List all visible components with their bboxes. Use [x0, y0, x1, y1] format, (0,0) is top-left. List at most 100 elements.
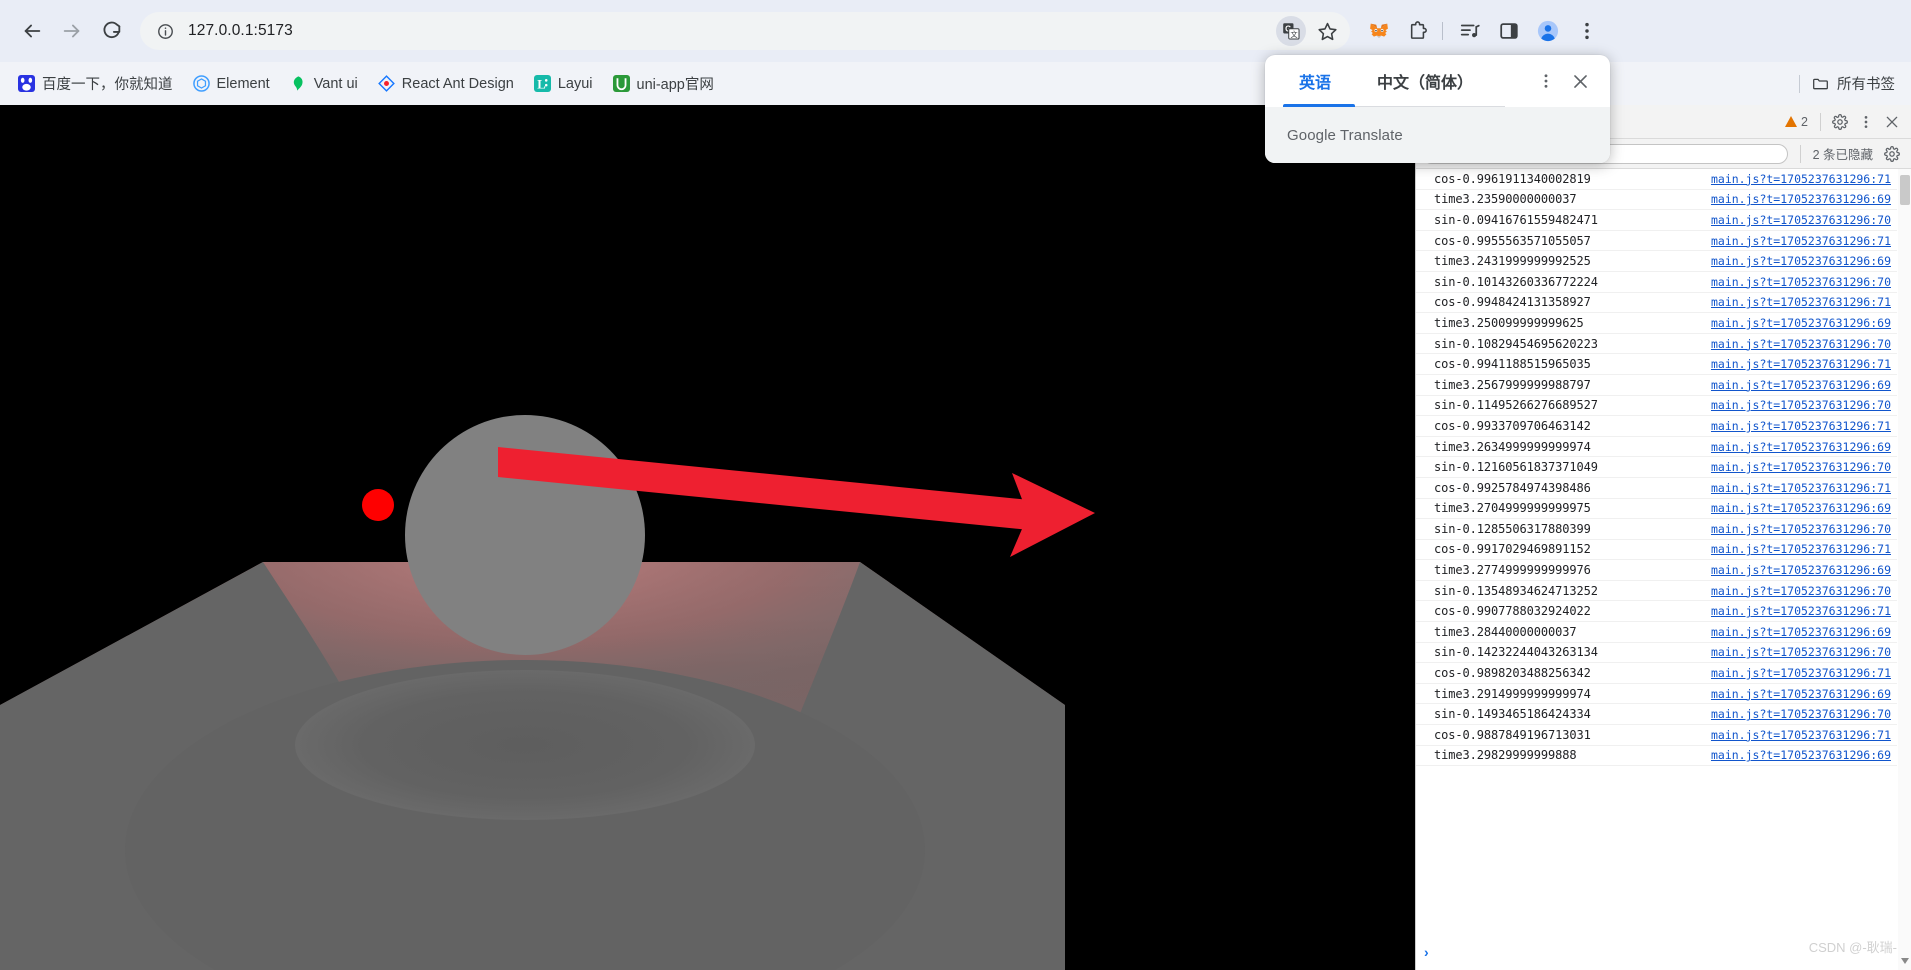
forward-button[interactable] [52, 11, 92, 51]
chrome-menu-icon[interactable] [1569, 13, 1605, 49]
console-log-source-link[interactable]: main.js?t=1705237631296:70 [1711, 337, 1891, 351]
address-bar[interactable]: 127.0.0.1:5173 G 文 [140, 12, 1350, 50]
console-log-row[interactable]: cos-0.9887849196713031 main.js?t=17052376… [1416, 725, 1897, 746]
profile-avatar-icon[interactable] [1530, 13, 1566, 49]
console-log-row[interactable]: cos-0.9898203488256342 main.js?t=17052376… [1416, 663, 1897, 684]
console-log-row[interactable]: sin-0.12160561837371049 main.js?t=1705237… [1416, 457, 1897, 478]
scroll-down-arrow-icon[interactable] [1901, 958, 1909, 964]
console-log-row[interactable]: sin-0.1493465186424334 main.js?t=17052376… [1416, 704, 1897, 726]
reload-button[interactable] [92, 11, 132, 51]
console-log-source-link[interactable]: main.js?t=1705237631296:69 [1711, 748, 1891, 762]
console-log-source-link[interactable]: main.js?t=1705237631296:69 [1711, 192, 1891, 206]
console-prompt-caret[interactable]: › [1424, 944, 1429, 960]
devtools-tabbar-actions: 2 [1785, 105, 1911, 138]
console-log-row[interactable]: cos-0.9961911340002819 main.js?t=17052376… [1416, 169, 1897, 190]
extensions-puzzle-icon[interactable] [1400, 13, 1436, 49]
media-control-icon[interactable] [1452, 13, 1488, 49]
url-text[interactable]: 127.0.0.1:5173 [188, 22, 293, 40]
console-log-source-link[interactable]: main.js?t=1705237631296:71 [1711, 604, 1891, 618]
console-log-row[interactable]: cos-0.9925784974398486 main.js?t=17052376… [1416, 478, 1897, 499]
console-log-source-link[interactable]: main.js?t=1705237631296:71 [1711, 542, 1891, 556]
translate-icon[interactable]: G 文 [1276, 16, 1306, 46]
console-scrollbar[interactable] [1898, 169, 1911, 970]
console-log-source-link[interactable]: main.js?t=1705237631296:71 [1711, 357, 1891, 371]
three-js-scene[interactable] [0, 105, 1415, 970]
bookmark-item-react-ant-design[interactable]: React Ant Design [370, 69, 522, 99]
console-log-source-link[interactable]: main.js?t=1705237631296:70 [1711, 645, 1891, 659]
gear-icon[interactable] [1827, 109, 1853, 135]
console-log-row[interactable]: sin-0.1285506317880399 main.js?t=17052376… [1416, 519, 1897, 540]
translate-tab-source[interactable]: 英语 [1279, 55, 1351, 107]
console-log-source-link[interactable]: main.js?t=1705237631296:69 [1711, 440, 1891, 454]
console-log-source-link[interactable]: main.js?t=1705237631296:69 [1711, 254, 1891, 268]
console-settings-gear-icon[interactable] [1879, 141, 1905, 167]
bookmark-item-uni-app[interactable]: uni-app官网 [605, 69, 722, 99]
console-log-source-link[interactable]: main.js?t=1705237631296:71 [1711, 295, 1891, 309]
side-panel-icon[interactable] [1491, 13, 1527, 49]
console-log-row[interactable]: time3.2774999999999976 main.js?t=17052376… [1416, 560, 1897, 581]
back-button[interactable] [12, 11, 52, 51]
console-log-row[interactable]: sin-0.11495266276689527 main.js?t=1705237… [1416, 396, 1897, 417]
kebab-menu-icon[interactable] [1853, 109, 1879, 135]
console-log-source-link[interactable]: main.js?t=1705237631296:70 [1711, 584, 1891, 598]
console-log-row[interactable]: time3.29829999999888 main.js?t=1705237631… [1416, 746, 1897, 767]
console-log-row[interactable]: sin-0.10829454695620223 main.js?t=1705237… [1416, 334, 1897, 355]
console-log-source-link[interactable]: main.js?t=1705237631296:71 [1711, 172, 1891, 186]
console-log-source-link[interactable]: main.js?t=1705237631296:70 [1711, 398, 1891, 412]
layui-icon: L [533, 75, 551, 92]
console-log-source-link[interactable]: main.js?t=1705237631296:69 [1711, 501, 1891, 515]
bookmark-star-icon[interactable] [1310, 14, 1344, 48]
console-log-row[interactable]: time3.23590000000037 main.js?t=1705237631… [1416, 190, 1897, 211]
console-log-source-link[interactable]: main.js?t=1705237631296:71 [1711, 481, 1891, 495]
console-log-row[interactable]: time3.2914999999999974 main.js?t=17052376… [1416, 684, 1897, 705]
console-body[interactable]: cos-0.9961911340002819 main.js?t=17052376… [1416, 169, 1911, 970]
console-log-row[interactable]: sin-0.14232244043263134 main.js?t=1705237… [1416, 643, 1897, 664]
console-log-row[interactable]: time3.2634999999999974 main.js?t=17052376… [1416, 437, 1897, 458]
console-log-row[interactable]: cos-0.9917029469891152 main.js?t=17052376… [1416, 540, 1897, 561]
translate-tab-target[interactable]: 中文（简体） [1373, 55, 1477, 107]
console-log-row[interactable]: time3.2704999999999975 main.js?t=17052376… [1416, 499, 1897, 520]
console-log-row[interactable]: cos-0.9948424131358927 main.js?t=17052376… [1416, 293, 1897, 314]
console-log-row[interactable]: time3.2567999999988797 main.js?t=17052376… [1416, 375, 1897, 396]
bookmark-item-baidu[interactable]: 百度一下，你就知道 [10, 69, 181, 99]
console-log-row[interactable]: cos-0.9907788032924022 main.js?t=17052376… [1416, 601, 1897, 623]
console-log-source-link[interactable]: main.js?t=1705237631296:71 [1711, 234, 1891, 248]
console-log-source-link[interactable]: main.js?t=1705237631296:70 [1711, 522, 1891, 536]
page-viewport[interactable] [0, 105, 1415, 970]
console-log-row[interactable]: time3.250099999999625 main.js?t=170523763… [1416, 313, 1897, 334]
console-log-message: sin-0.12160561837371049 [1434, 460, 1598, 475]
console-log-source-link[interactable]: main.js?t=1705237631296:69 [1711, 625, 1891, 639]
console-log-source-link[interactable]: main.js?t=1705237631296:71 [1711, 666, 1891, 680]
console-log-source-link[interactable]: main.js?t=1705237631296:69 [1711, 316, 1891, 330]
console-log-row[interactable]: sin-0.10143260336772224 main.js?t=1705237… [1416, 272, 1897, 293]
close-icon[interactable] [1879, 109, 1905, 135]
console-log-row[interactable]: time3.28440000000037 main.js?t=1705237631… [1416, 622, 1897, 643]
console-log-list[interactable]: cos-0.9961911340002819 main.js?t=17052376… [1416, 169, 1897, 970]
console-log-source-link[interactable]: main.js?t=1705237631296:71 [1711, 728, 1891, 742]
metamask-extension-icon[interactable] [1361, 13, 1397, 49]
warning-count-badge[interactable]: 2 [1785, 115, 1808, 129]
kebab-menu-icon[interactable] [1530, 65, 1562, 97]
console-log-row[interactable]: cos-0.9941188515965035 main.js?t=17052376… [1416, 354, 1897, 375]
console-scrollbar-thumb[interactable] [1900, 175, 1910, 205]
console-log-row[interactable]: time3.2431999999992525 main.js?t=17052376… [1416, 251, 1897, 272]
console-log-message: cos-0.9898203488256342 [1434, 666, 1591, 681]
bookmark-item-layui[interactable]: L Layui [526, 69, 601, 99]
console-log-source-link[interactable]: main.js?t=1705237631296:70 [1711, 275, 1891, 289]
bookmark-item-vant-ui[interactable]: Vant ui [282, 69, 366, 99]
console-log-source-link[interactable]: main.js?t=1705237631296:70 [1711, 707, 1891, 721]
console-log-row[interactable]: cos-0.9955563571055057 main.js?t=17052376… [1416, 231, 1897, 252]
all-bookmarks-button[interactable]: 所有书签 [1799, 73, 1901, 94]
console-log-source-link[interactable]: main.js?t=1705237631296:69 [1711, 563, 1891, 577]
console-log-source-link[interactable]: main.js?t=1705237631296:69 [1711, 687, 1891, 701]
console-log-source-link[interactable]: main.js?t=1705237631296:69 [1711, 378, 1891, 392]
close-icon[interactable] [1564, 65, 1596, 97]
bookmark-item-element[interactable]: Element [185, 69, 278, 99]
console-log-source-link[interactable]: main.js?t=1705237631296:71 [1711, 419, 1891, 433]
console-log-row[interactable]: cos-0.9933709706463142 main.js?t=17052376… [1416, 416, 1897, 437]
console-log-row[interactable]: sin-0.09416761559482471 main.js?t=1705237… [1416, 210, 1897, 231]
console-log-source-link[interactable]: main.js?t=1705237631296:70 [1711, 213, 1891, 227]
console-log-row[interactable]: sin-0.13548934624713252 main.js?t=1705237… [1416, 581, 1897, 602]
console-log-source-link[interactable]: main.js?t=1705237631296:70 [1711, 460, 1891, 474]
site-info-icon[interactable] [152, 18, 178, 44]
